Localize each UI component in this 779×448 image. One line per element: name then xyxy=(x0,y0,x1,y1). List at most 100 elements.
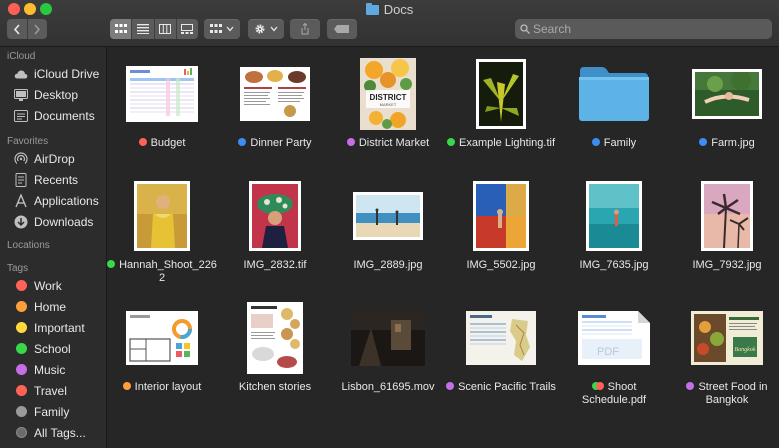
document-icon: Bangkok xyxy=(691,311,763,365)
tag-color-icon xyxy=(14,342,28,356)
back-forward-control xyxy=(7,19,47,39)
sidebar-tag-home[interactable]: Home xyxy=(0,297,106,316)
gallery-view-button[interactable] xyxy=(177,19,198,39)
blue-tag-dot-icon xyxy=(699,138,708,146)
sidebar-item-label: Important xyxy=(34,320,85,335)
group-by-button[interactable] xyxy=(204,19,240,39)
sidebar-item-applications[interactable]: Applications xyxy=(0,191,106,210)
spreadsheet-icon xyxy=(126,66,198,122)
purple-tag-dot-icon xyxy=(446,382,455,390)
sidebar-item-label: Music xyxy=(34,362,66,377)
airdrop-icon xyxy=(14,151,28,166)
sidebar-item-label: iCloud Drive xyxy=(34,66,100,81)
sidebar-heading-favorites: Favorites xyxy=(7,136,49,147)
sidebar-item-recents[interactable]: Recents xyxy=(0,170,106,189)
image-icon xyxy=(134,181,190,251)
sidebar-tag-all-tags[interactable]: All Tags... xyxy=(0,423,106,442)
file-name: IMG_7635.jpg xyxy=(559,259,669,272)
file-name: Dinner Party xyxy=(220,137,330,150)
share-icon xyxy=(301,23,309,35)
edit-tags-button[interactable] xyxy=(327,19,357,39)
sidebar-tag-important[interactable]: Important xyxy=(0,318,106,337)
file-grid: Budget Dinner Party DISTRICT MARKET Dist… xyxy=(107,47,779,448)
purple-tag-dot-icon xyxy=(346,138,355,146)
image-icon xyxy=(692,69,762,119)
file-name: IMG_2889.jpg xyxy=(333,259,443,272)
svg-text:MARKET: MARKET xyxy=(380,102,397,107)
portrait-image xyxy=(137,184,187,248)
poster-thumbnail: DISTRICT MARKET xyxy=(333,55,443,133)
photo-thumbnail xyxy=(333,177,443,255)
file-name-text: Kitchen stories xyxy=(238,381,312,393)
sidebar-tag-travel[interactable]: Travel xyxy=(0,381,106,400)
sidebar-item-label: AirDrop xyxy=(34,151,75,166)
forward-button[interactable] xyxy=(28,19,48,39)
toolbar: Docs xyxy=(0,0,779,47)
icon-view-button[interactable] xyxy=(110,19,133,39)
tag-icon xyxy=(334,25,349,33)
sidebar-tag-school[interactable]: School xyxy=(0,339,106,358)
tag-color-icon xyxy=(14,300,28,314)
file-name-text: IMG_7932.jpg xyxy=(692,259,762,271)
chevron-down-icon xyxy=(226,26,234,32)
documents-icon xyxy=(14,109,28,123)
grid-group-icon xyxy=(210,24,222,33)
purple-tag-dot-icon xyxy=(15,364,27,375)
image-icon xyxy=(249,181,301,251)
sidebar-item-documents[interactable]: Documents xyxy=(0,106,106,125)
file-name-text: Budget xyxy=(150,137,186,149)
column-view-button[interactable] xyxy=(155,19,177,39)
share-button[interactable] xyxy=(290,19,320,39)
folder-thumbnail xyxy=(559,55,669,133)
image-icon xyxy=(353,192,423,240)
sidebar-heading-icloud: iCloud xyxy=(7,51,36,62)
red-tag-dot-icon xyxy=(138,138,147,146)
file-name-text: Lisbon_61695.mov xyxy=(341,381,435,393)
document-thumbnail xyxy=(220,299,330,377)
action-menu-button[interactable] xyxy=(248,19,284,39)
plant-image xyxy=(479,62,523,126)
sidebar-item-airdrop[interactable]: AirDrop xyxy=(0,149,106,168)
file-name: Budget xyxy=(107,137,217,150)
pdf-thumbnail: PDF xyxy=(559,299,669,377)
file-name-text: Dinner Party xyxy=(250,137,312,149)
image-icon xyxy=(701,181,753,251)
chevron-right-icon xyxy=(34,23,41,35)
blue-tag-dot-icon xyxy=(238,138,247,146)
svg-text:DISTRICT: DISTRICT xyxy=(370,93,407,102)
folder-icon xyxy=(579,67,649,121)
back-button[interactable] xyxy=(7,19,28,39)
sidebar-item-desktop[interactable]: Desktop xyxy=(0,85,106,104)
search-field[interactable] xyxy=(515,19,772,39)
sidebar-heading-locations: Locations xyxy=(7,240,50,251)
search-input[interactable] xyxy=(533,19,763,39)
hat-image xyxy=(252,184,298,248)
file-name: IMG_5502.jpg xyxy=(446,259,556,272)
file-name-text: Example Lighting.tif xyxy=(459,137,555,149)
desktop-icon xyxy=(14,88,28,102)
file-name: District Market xyxy=(333,137,443,150)
sidebar-tag-music[interactable]: Music xyxy=(0,360,106,379)
tag-color-icon xyxy=(14,321,28,335)
photo-thumbnail xyxy=(672,177,779,255)
blue-tag-dot-icon xyxy=(591,138,600,146)
orange-tag-dot-icon xyxy=(15,301,27,312)
menu-thumbnail xyxy=(220,55,330,133)
sidebar-item-label: Family xyxy=(34,404,70,419)
file-name-text: Street Food in Bangkok xyxy=(698,381,768,406)
spreadsheet-thumbnail xyxy=(107,55,217,133)
purple-tag-dot-icon xyxy=(686,382,695,390)
yellow-tag-dot-icon xyxy=(15,322,27,333)
sidebar-tag-family[interactable]: Family xyxy=(0,402,106,421)
sidebar-heading-tags: Tags xyxy=(7,263,29,274)
sidebar-item-icloud-drive[interactable]: iCloud Drive xyxy=(0,64,106,83)
tag-color-icon xyxy=(14,279,28,293)
movie-icon xyxy=(351,310,425,366)
sidebar-item-downloads[interactable]: Downloads xyxy=(0,212,106,231)
image-icon xyxy=(473,181,529,251)
gray-tag-dot-icon xyxy=(15,406,27,417)
list-view-button[interactable] xyxy=(132,19,155,39)
file-name-text: Interior layout xyxy=(134,381,202,393)
sidebar-tag-work[interactable]: Work xyxy=(0,276,106,295)
photo-thumbnail xyxy=(559,177,669,255)
